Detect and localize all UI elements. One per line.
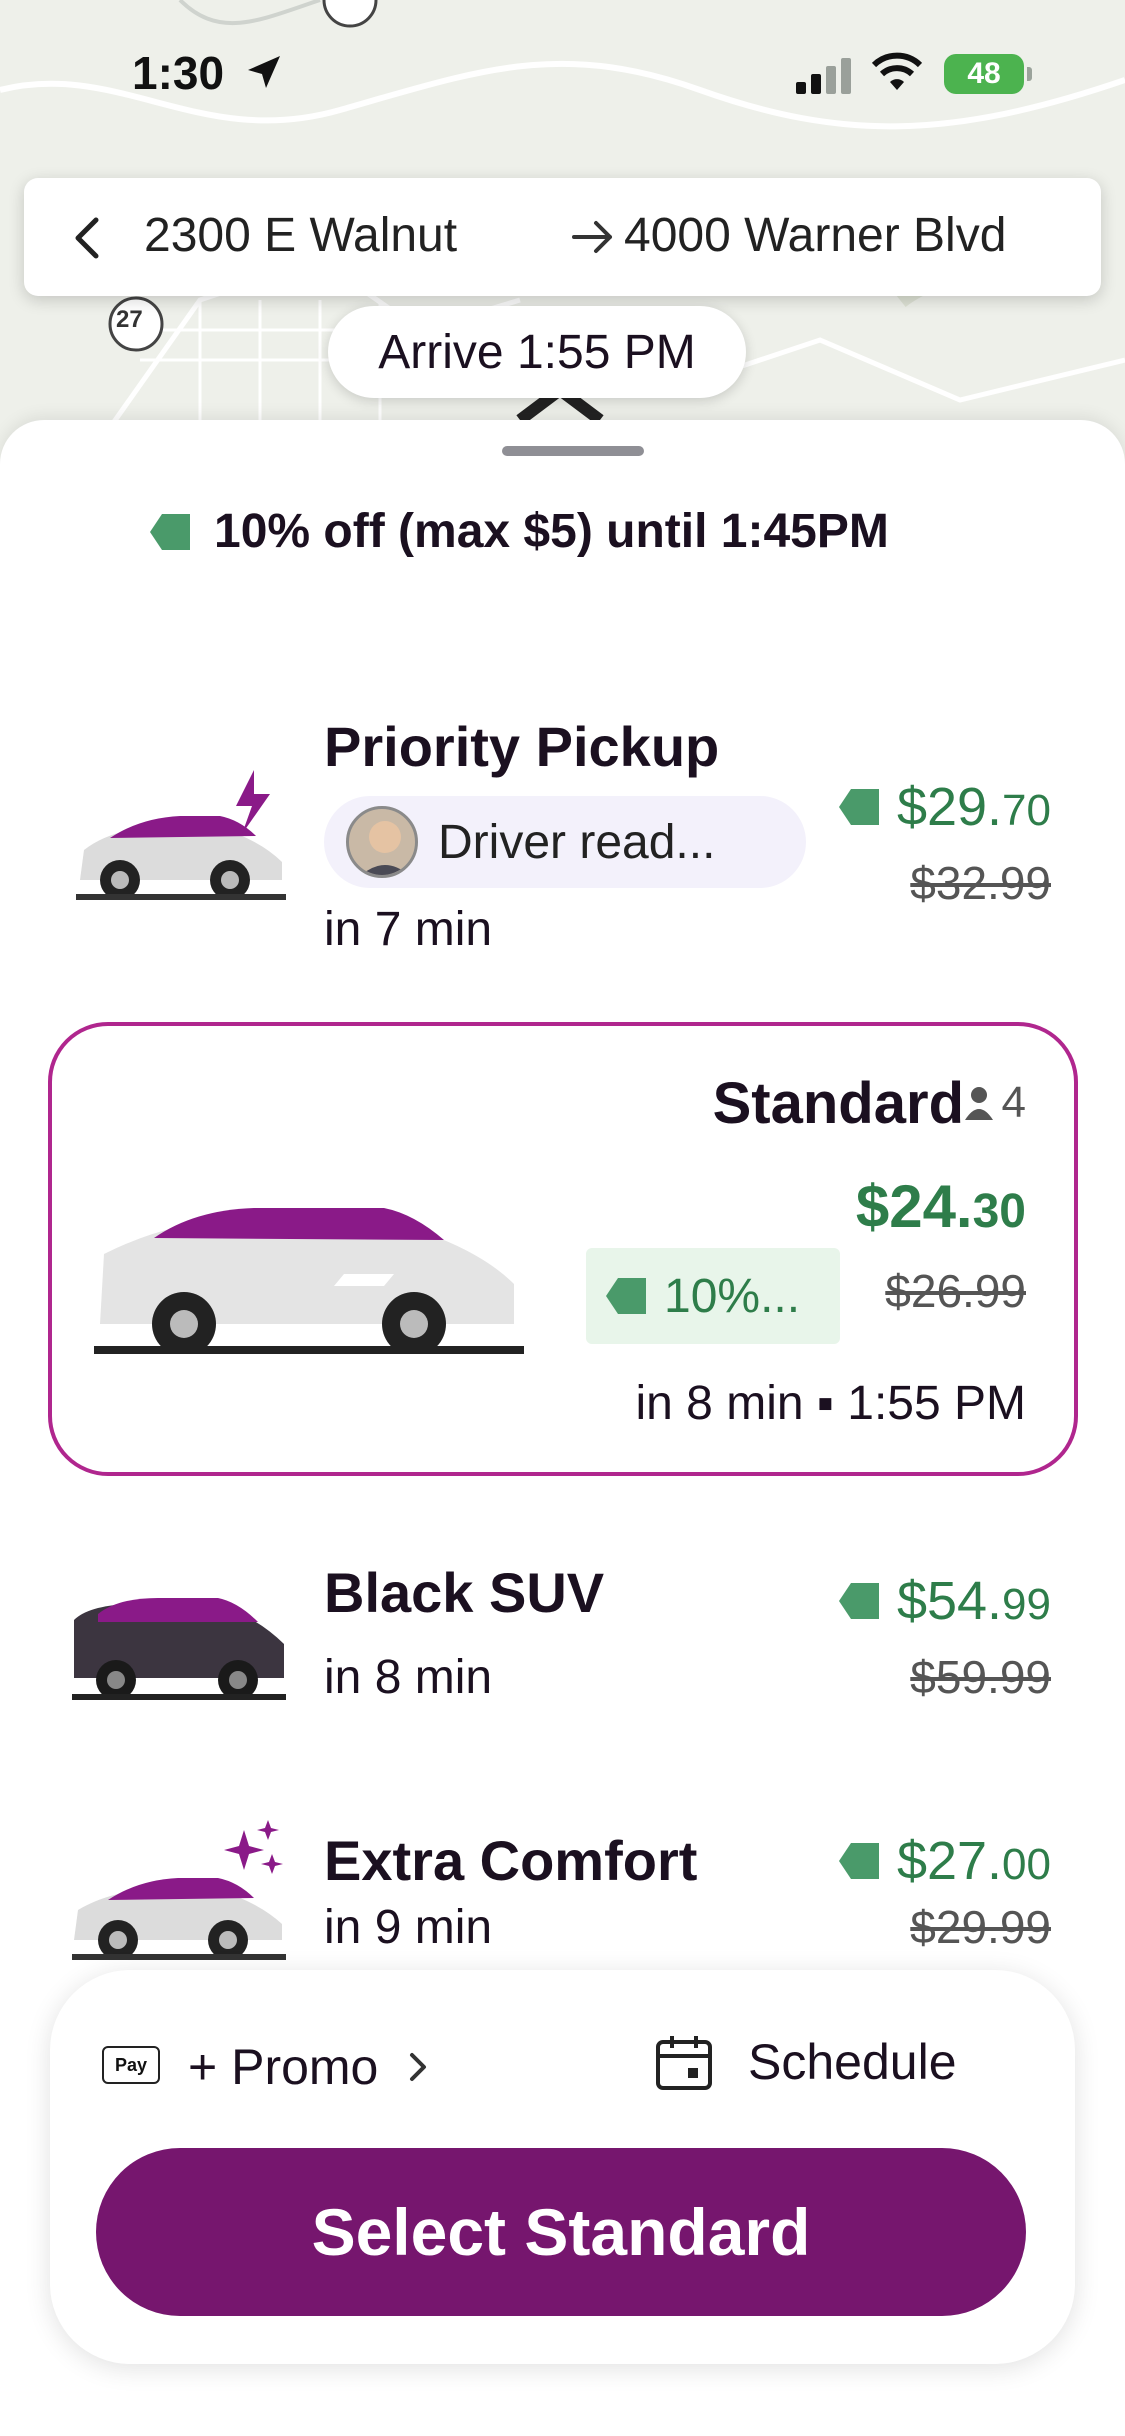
price-cents: 99 (1002, 1580, 1051, 1629)
driver-avatar (346, 806, 418, 878)
schedule-button[interactable]: Schedule (654, 2032, 957, 2092)
ride-price: $24.30 (856, 1172, 1026, 1241)
discount-label: 10%... (664, 1269, 801, 1323)
original-price: $32.99 (910, 857, 1051, 909)
driver-ready-pill: Driver read... (324, 796, 806, 888)
ride-eta: in 7 min (324, 903, 493, 956)
ride-option-priority-pickup[interactable]: Priority Pickup Driver read... in 7 min … (0, 680, 1125, 1010)
driver-ready-label: Driver read... (438, 815, 716, 869)
arrive-time-pill: Arrive 1:55 PM (328, 306, 746, 398)
cellular-signal-icon (796, 58, 851, 94)
ride-name: Extra Comfort (324, 1829, 698, 1892)
apple-pay-label: Pay (114, 2054, 148, 2075)
discount-tag-icon (838, 1843, 879, 1879)
ride-price: $27.00 (837, 1830, 1051, 1892)
ride-price: $54.99 (837, 1570, 1051, 1632)
battery-indicator: 48 (944, 54, 1032, 94)
ride-eta: in 8 min ▪ 1:55 PM (635, 1377, 1026, 1430)
comfort-car-icon (72, 1820, 286, 1960)
price-dollars: $24. (855, 1173, 973, 1240)
arrow-right-icon (572, 221, 612, 253)
price-cents: 30 (972, 1185, 1026, 1238)
ride-option-black-suv[interactable]: Black SUV in 8 min $54.99 $59.99 (0, 1520, 1125, 1760)
promo-button[interactable]: + Promo (188, 2038, 430, 2096)
chevron-right-icon (410, 2053, 427, 2081)
route-badge: 27 (116, 306, 143, 333)
promo-banner-text: 10% off (max $5) until 1:45PM (214, 505, 889, 558)
ride-name: Standard (712, 1071, 964, 1136)
priority-car-icon (76, 770, 286, 900)
person-icon (964, 1087, 993, 1120)
battery-level: 48 (967, 57, 1001, 90)
tag-icon (150, 513, 190, 550)
price-dollars: $54. (896, 1571, 1003, 1631)
origin-fade (484, 198, 554, 278)
price-dollars: $29. (896, 777, 1003, 837)
discount-tag-icon (838, 1583, 879, 1619)
route-bar[interactable]: 2300 E Walnut 4000 Warner Blvd (24, 178, 1101, 296)
price-dollars: $27. (896, 1831, 1003, 1891)
original-price: $29.99 (910, 1901, 1051, 1953)
ride-price: $29.70 (837, 776, 1051, 838)
apple-pay-icon[interactable]: Pay (102, 2046, 160, 2084)
schedule-label: Schedule (748, 2034, 957, 2090)
original-price: $59.99 (910, 1651, 1051, 1703)
route-destination[interactable]: 4000 Warner Blvd (624, 208, 1006, 263)
wifi-icon (871, 52, 923, 90)
ride-option-standard-selected[interactable]: Standard 4 $24.30 10%... $26.99 in 8 min… (48, 1022, 1078, 1476)
discount-tag-icon (606, 1278, 646, 1314)
ride-eta: in 8 min (324, 1651, 493, 1704)
price-cents: 00 (1002, 1840, 1051, 1889)
calendar-icon (656, 2036, 712, 2090)
ride-name: Black SUV (324, 1561, 605, 1624)
status-bar: 1:30 48 (0, 0, 1125, 150)
bottom-action-card: Pay + Promo Schedule Select Standard (50, 1970, 1075, 2364)
standard-car-icon (94, 1208, 524, 1354)
discount-badge: 10%... (586, 1248, 840, 1344)
price-cents: 70 (1002, 786, 1051, 835)
suv-icon (72, 1598, 286, 1700)
capacity-count: 4 (1001, 1078, 1026, 1127)
discount-tag-icon (838, 789, 879, 825)
capacity: 4 (964, 1078, 1026, 1128)
ride-name: Priority Pickup (324, 715, 720, 778)
location-arrow-icon (248, 56, 280, 88)
promo-banner: 10% off (max $5) until 1:45PM (148, 504, 889, 559)
status-time: 1:30 (132, 47, 225, 99)
select-standard-button[interactable]: Select Standard (96, 2148, 1026, 2316)
ride-eta: in 9 min (324, 1901, 493, 1954)
original-price: $26.99 (885, 1265, 1026, 1317)
promo-label: + Promo (188, 2039, 379, 2095)
back-chevron-icon[interactable] (68, 214, 108, 262)
sheet-handle[interactable] (502, 446, 644, 456)
